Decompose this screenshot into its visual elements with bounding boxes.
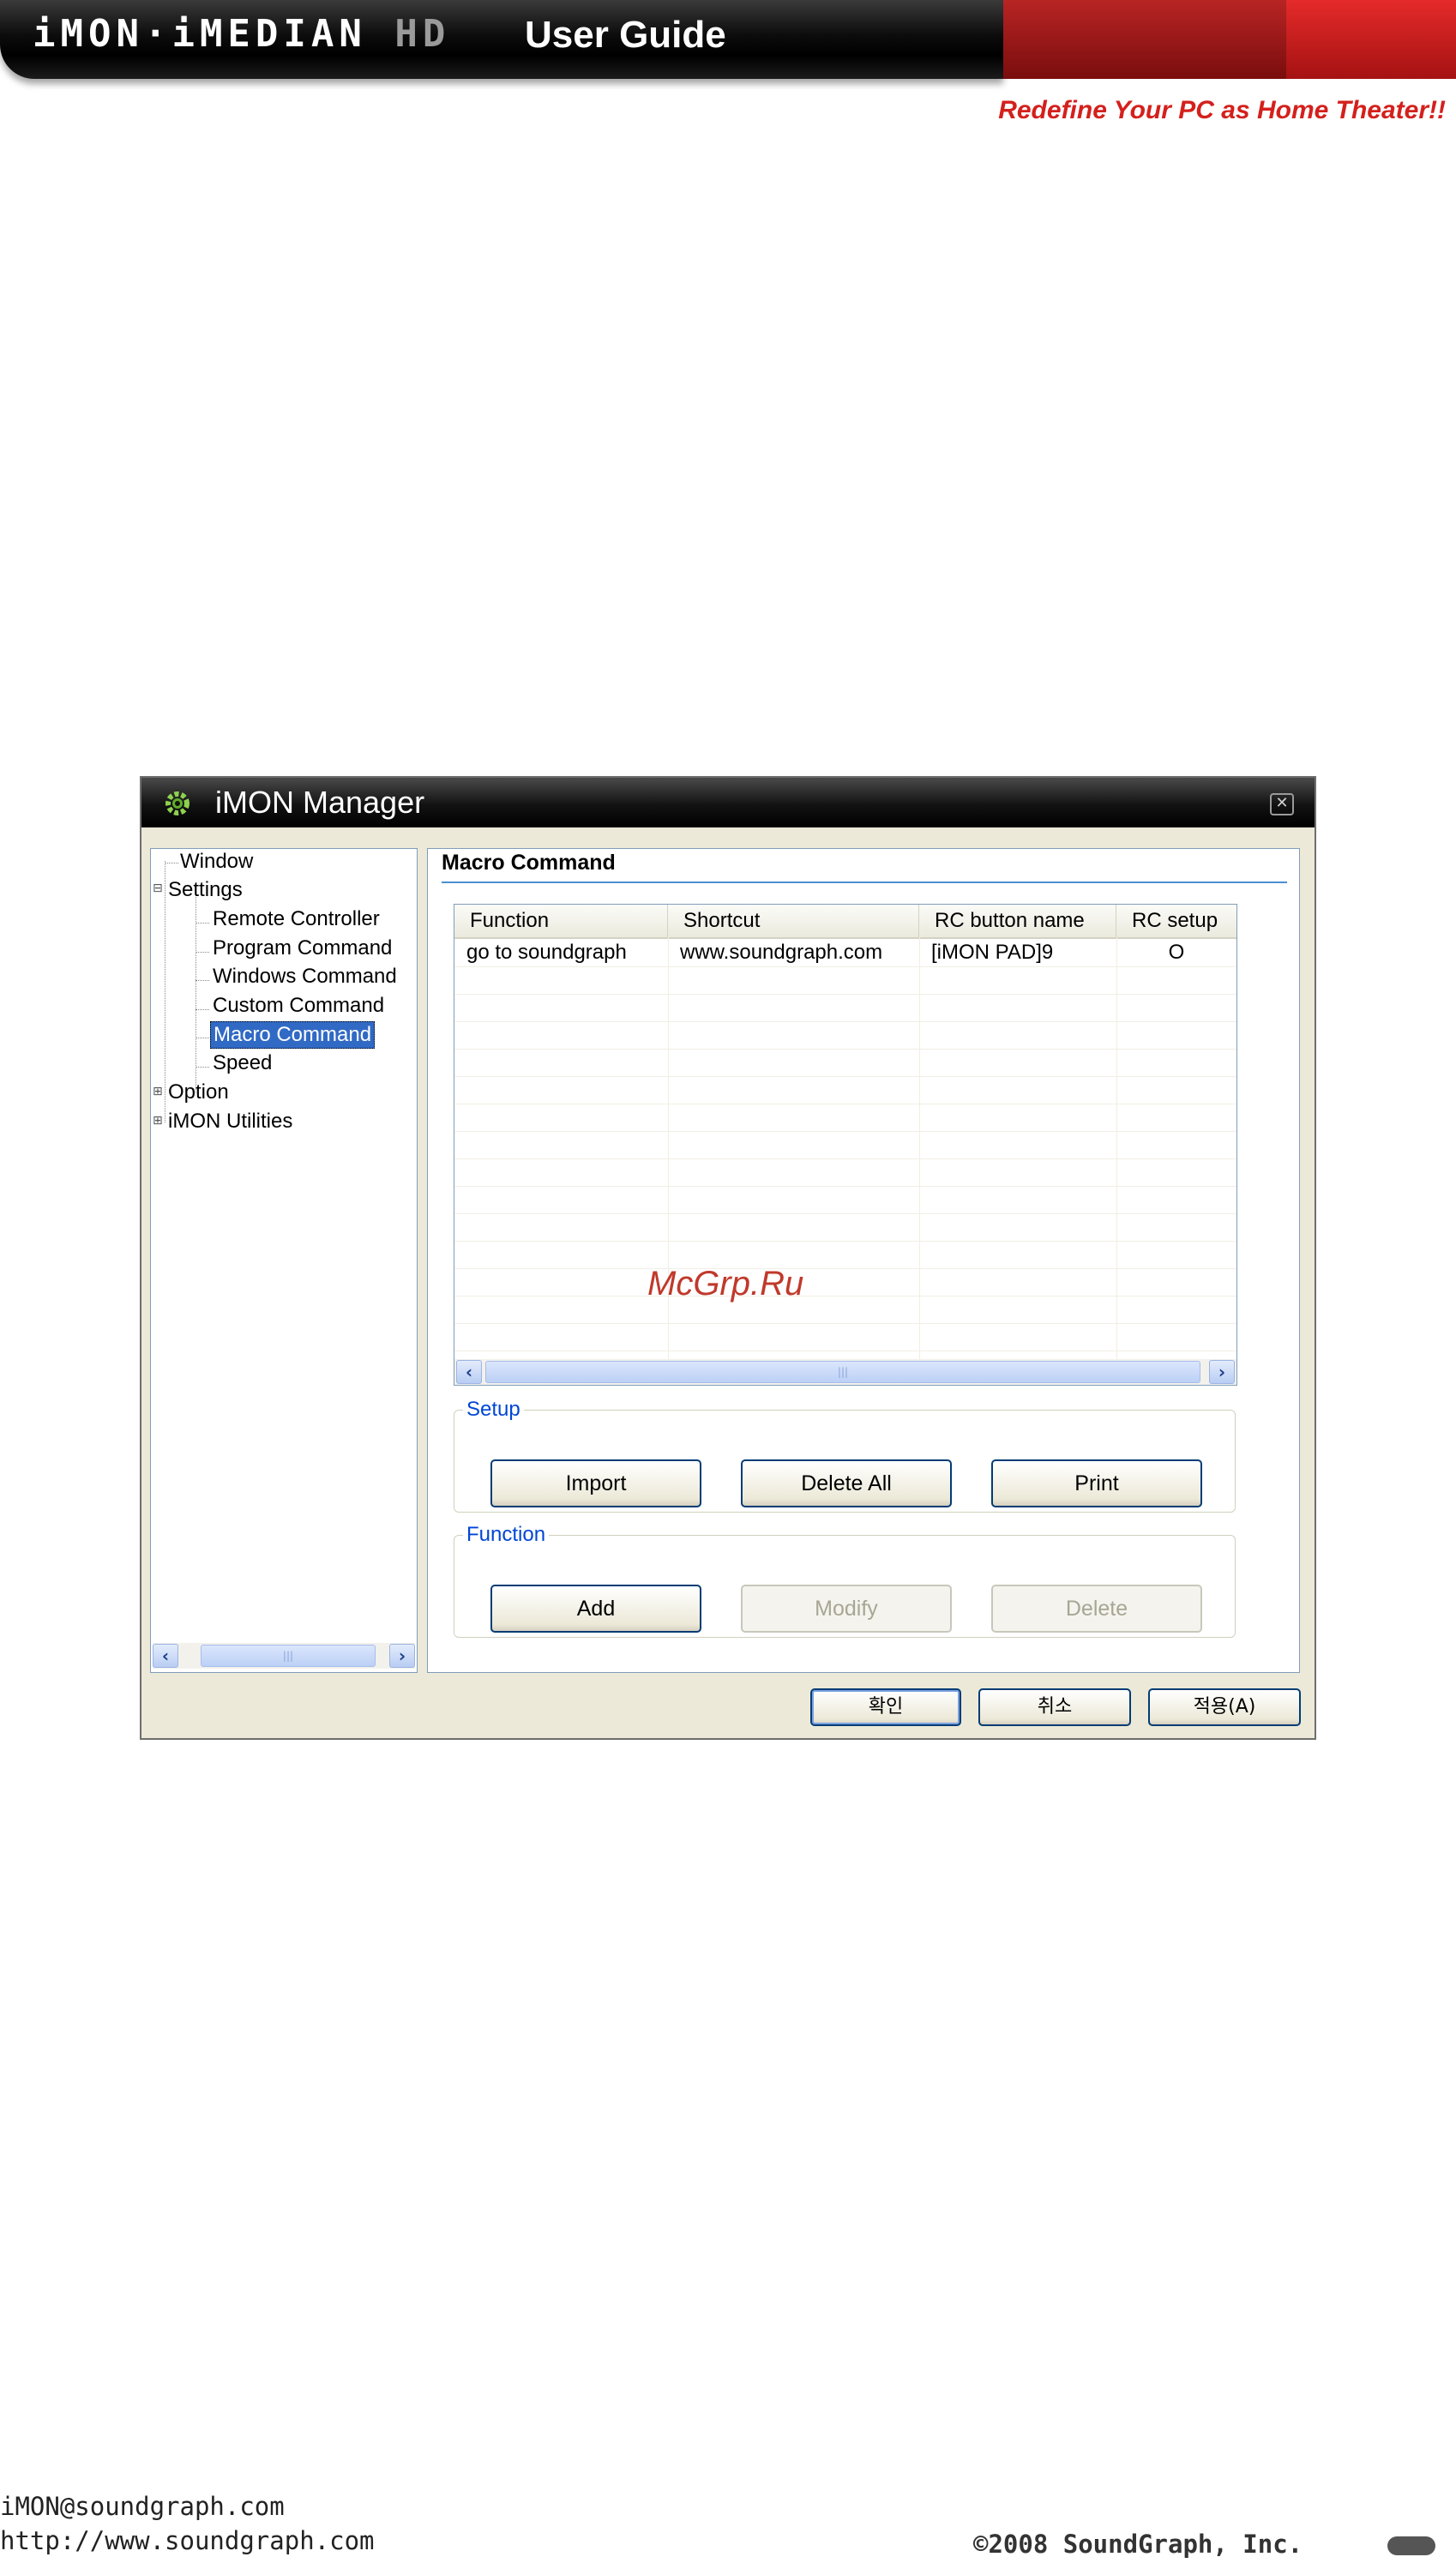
add-button[interactable]: Add [490, 1585, 701, 1633]
brand-hd: HD [394, 12, 451, 56]
setup-legend: Setup [466, 1398, 520, 1421]
tree-connector [196, 923, 209, 924]
tree-horizontal-scrollbar[interactable]: ‹ ||| › [153, 1643, 415, 1669]
empty-table-row [454, 1158, 1236, 1187]
tree-connector [196, 1009, 209, 1010]
tree-item-program-command[interactable]: Program Command [213, 936, 392, 961]
empty-table-row [454, 1268, 1236, 1297]
cell-function: go to soundgraph [466, 941, 627, 964]
tree-connector [196, 952, 209, 953]
cell-rc-button-name: [iMON PAD]9 [931, 941, 1054, 964]
empty-table-row [454, 1241, 1236, 1269]
macro-command-table[interactable]: Function Shortcut RC button name RC setu… [454, 904, 1237, 1386]
empty-table-row [454, 1131, 1236, 1159]
table-horizontal-scrollbar[interactable]: ‹ ||| › [454, 1359, 1236, 1385]
delete-button[interactable]: Delete [991, 1585, 1202, 1633]
brand-name: iMON·iMEDIAN [33, 12, 367, 56]
contact-email: iMON@soundgraph.com [0, 2492, 285, 2521]
cell-shortcut: www.soundgraph.com [680, 941, 883, 964]
banner-bright-red-band [1286, 0, 1456, 79]
contact-website: http://www.soundgraph.com [0, 2526, 375, 2555]
brand-logo: iMON·iMEDIAN HD [33, 12, 450, 56]
tree-item-imon-utilities[interactable]: iMON Utilities [168, 1109, 292, 1134]
close-icon[interactable]: ✕ [1270, 793, 1294, 815]
scroll-thumb[interactable]: ||| [485, 1361, 1200, 1383]
apply-button[interactable]: 적용(A) [1148, 1688, 1301, 1726]
empty-table-row [454, 1323, 1236, 1351]
import-button[interactable]: Import [490, 1459, 701, 1507]
tree-item-remote-controller[interactable]: Remote Controller [213, 906, 380, 932]
empty-table-row [454, 1186, 1236, 1214]
tree-connector [196, 1067, 209, 1068]
scroll-left-icon[interactable]: ‹ [456, 1360, 482, 1384]
empty-table-row [454, 1104, 1236, 1132]
ok-button[interactable]: 확인 [810, 1688, 961, 1726]
tree-item-speed[interactable]: Speed [213, 1050, 272, 1076]
section-title: Macro Command [442, 851, 616, 875]
expand-icon[interactable]: ⊞ [153, 1085, 163, 1098]
empty-table-row [454, 1049, 1236, 1077]
empty-table-row [454, 966, 1236, 995]
table-header: Function Shortcut RC button name RC setu… [454, 905, 1236, 939]
delete-all-button[interactable]: Delete All [741, 1459, 952, 1507]
scroll-right-icon[interactable]: › [1209, 1360, 1235, 1384]
pill-icon [1387, 2536, 1435, 2555]
expand-icon[interactable]: ⊞ [153, 1114, 163, 1128]
empty-table-row [454, 1296, 1236, 1324]
settings-tree: Window ⊟ Settings Remote Controller Prog… [150, 848, 418, 1673]
scroll-left-icon[interactable]: ‹ [153, 1644, 178, 1668]
column-header-function[interactable]: Function [454, 905, 668, 937]
tree-item-window[interactable]: Window [180, 849, 253, 875]
cancel-button[interactable]: 취소 [978, 1688, 1131, 1726]
tagline: Redefine Your PC as Home Theater!! [998, 96, 1446, 124]
gear-icon [165, 791, 190, 815]
expand-icon[interactable]: ⊟ [153, 881, 163, 895]
scroll-right-icon[interactable]: › [389, 1644, 415, 1668]
setup-group: Setup Import Delete All Print [454, 1398, 1236, 1513]
imon-manager-window: iMON Manager ✕ Window ⊟ Settings Remote … [140, 776, 1316, 1740]
modify-button[interactable]: Modify [741, 1585, 952, 1633]
table-row[interactable]: go to soundgraph www.soundgraph.com [iMO… [454, 939, 1236, 967]
tree-connector [196, 980, 209, 981]
function-group: Function Add Modify Delete [454, 1523, 1236, 1638]
tree-item-option[interactable]: Option [168, 1080, 229, 1105]
column-header-rc-button-name[interactable]: RC button name [919, 905, 1116, 937]
column-header-rc-setup[interactable]: RC setup [1116, 905, 1236, 937]
watermark: McGrp.Ru [647, 1265, 804, 1303]
content-panel: Macro Command Function Shortcut RC butto… [427, 848, 1300, 1673]
copyright-icon: © [973, 2530, 989, 2559]
empty-table-row [454, 1021, 1236, 1050]
copyright: ©2008 SoundGraph, Inc. [973, 2530, 1303, 2559]
header-banner: iMON·iMEDIAN HD User Guide [0, 0, 1456, 79]
function-legend: Function [466, 1523, 546, 1546]
cell-rc-setup: O [1168, 941, 1185, 964]
guide-title: User Guide [525, 14, 726, 56]
scroll-thumb[interactable]: ||| [201, 1645, 376, 1667]
tree-item-macro-command[interactable]: Macro Command [210, 1021, 376, 1049]
window-titlebar: iMON Manager ✕ [141, 778, 1315, 827]
empty-table-row [454, 1076, 1236, 1104]
tree-item-windows-command[interactable]: Windows Command [213, 964, 397, 990]
copyright-text: 2008 SoundGraph, Inc. [988, 2530, 1303, 2559]
banner-red-band [1003, 0, 1286, 79]
tree-item-settings[interactable]: Settings [168, 877, 243, 903]
window-title: iMON Manager [215, 785, 425, 820]
tree-item-custom-command[interactable]: Custom Command [213, 993, 384, 1019]
column-header-shortcut[interactable]: Shortcut [668, 905, 919, 937]
empty-table-row [454, 1213, 1236, 1242]
empty-table-row [454, 994, 1236, 1022]
print-button[interactable]: Print [991, 1459, 1202, 1507]
title-divider [442, 881, 1287, 883]
